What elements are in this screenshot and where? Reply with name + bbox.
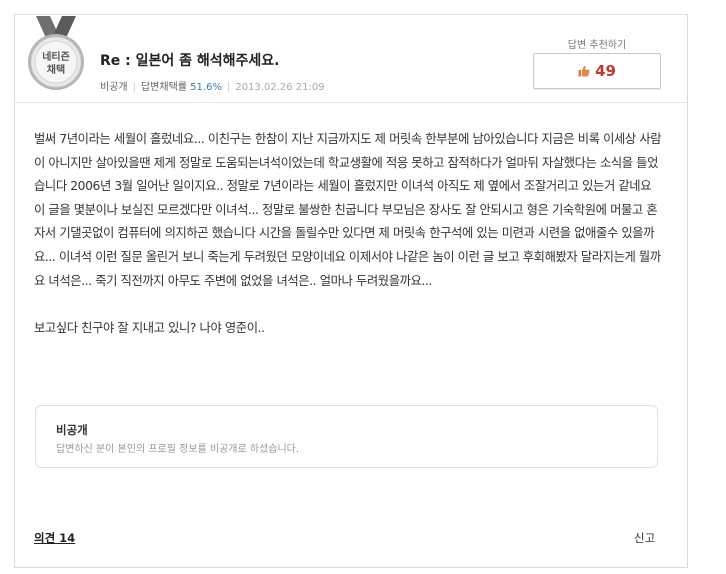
author-name: 비공개 bbox=[100, 82, 128, 93]
netizen-adopted-medal-icon: 네티즌 채택 bbox=[28, 16, 84, 90]
meta-divider: | bbox=[226, 82, 231, 93]
opinion-link[interactable]: 의견 14 bbox=[34, 530, 75, 546]
answer-title: Re : 일본어 좀 해석해주세요. bbox=[100, 53, 280, 69]
badge-line2: 채택 bbox=[47, 63, 65, 76]
answer-meta: 비공개 | 답변채택률 51.6% | 2013.02.26 21:09 bbox=[100, 78, 325, 93]
body-paragraph: 보고싶다 친구야 잘 지내고 있니? 나야 영준이.. bbox=[34, 321, 265, 336]
body-paragraph: 벌써 7년이라는 세월이 흘렀네요... 이친구는 한참이 지난 지금까지도 제… bbox=[34, 132, 662, 288]
adopt-rate: 51.6% bbox=[190, 82, 222, 93]
private-profile-box: 비공개 답변하신 분이 본인의 프로필 정보를 비공개로 하셨습니다. bbox=[35, 405, 658, 468]
private-title: 비공개 bbox=[56, 423, 88, 437]
private-description: 답변하신 분이 본인의 프로필 정보를 비공개로 하셨습니다. bbox=[56, 444, 300, 455]
meta-divider: | bbox=[132, 82, 136, 93]
recommend-button[interactable]: 49 bbox=[533, 53, 661, 89]
report-link[interactable]: 신고 bbox=[634, 530, 655, 546]
answer-body: 벌써 7년이라는 세월이 흘렀네요... 이친구는 한참이 지난 지금까지도 제… bbox=[34, 128, 662, 341]
adopt-label: 답변채택률 bbox=[140, 82, 187, 93]
badge-line1: 네티즌 bbox=[42, 50, 70, 63]
answer-date: 2013.02.26 21:09 bbox=[235, 82, 325, 93]
recommend-count: 49 bbox=[595, 62, 616, 80]
header-divider bbox=[14, 102, 688, 103]
thumbs-up-icon bbox=[578, 65, 590, 77]
recommend-label: 답변 추천하기 bbox=[567, 40, 627, 51]
